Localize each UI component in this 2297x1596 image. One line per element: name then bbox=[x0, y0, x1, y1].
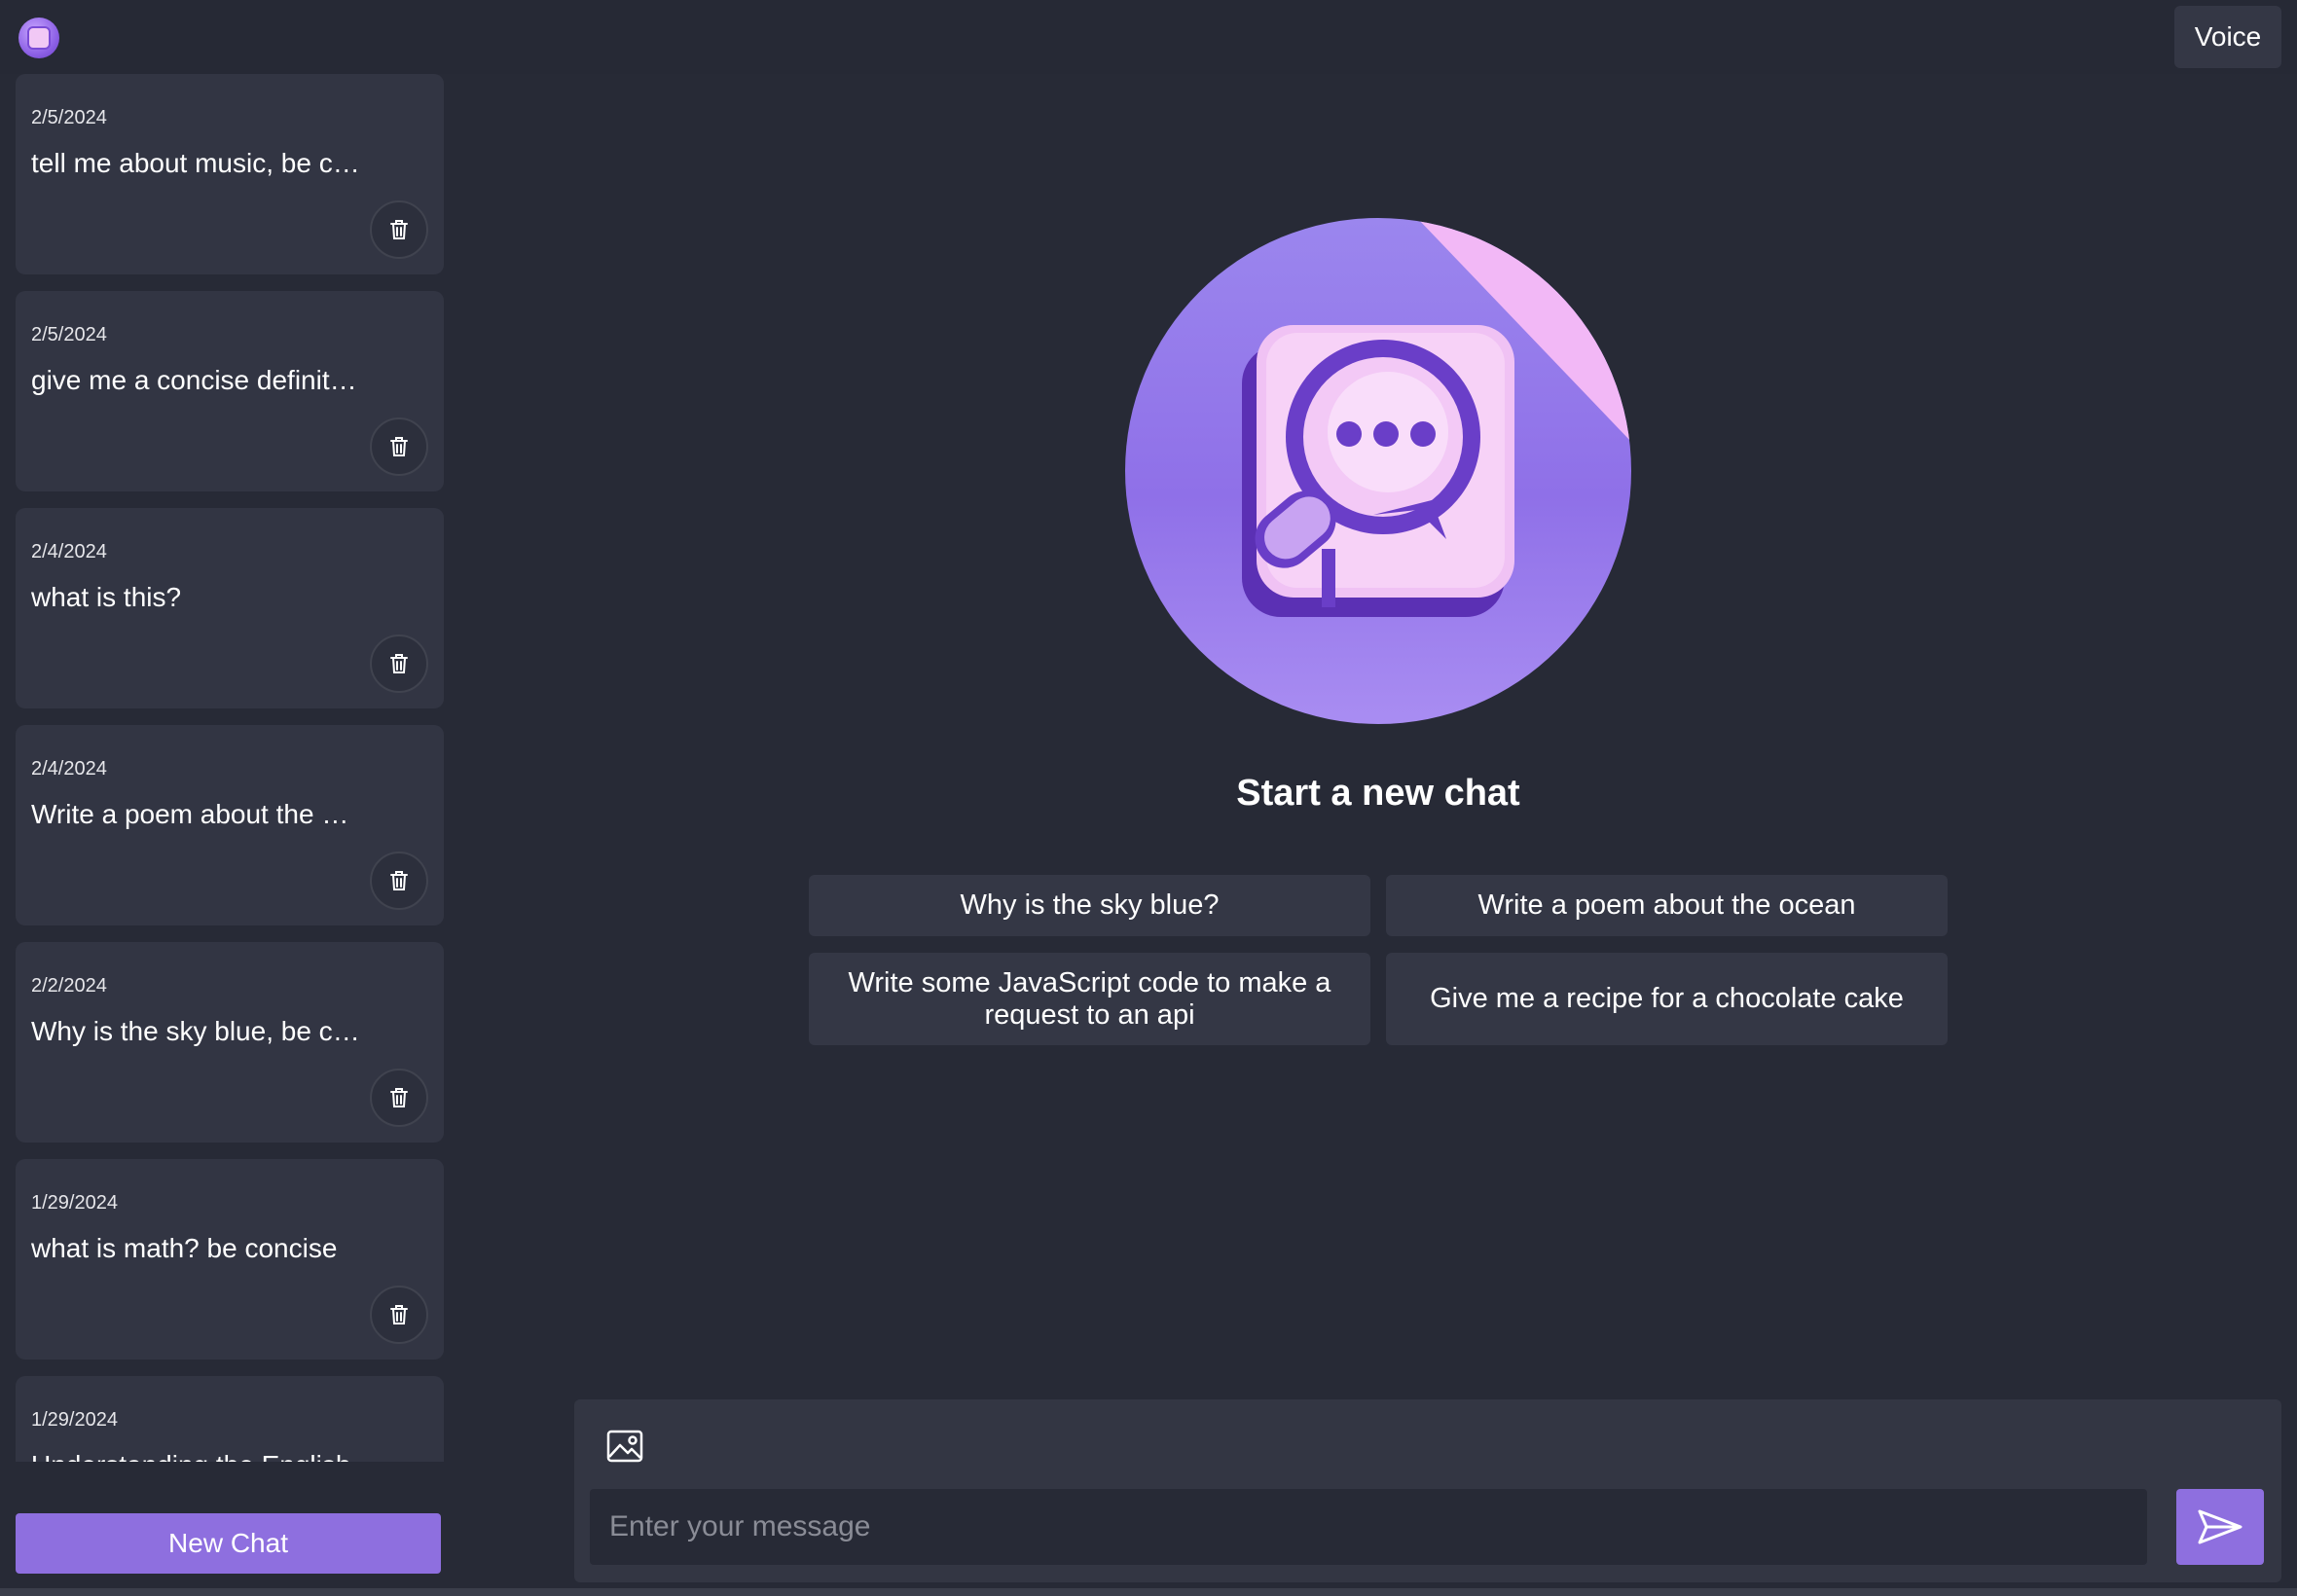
chat-title: what is math? be concise bbox=[31, 1233, 338, 1263]
chat-date: 2/2/2024 bbox=[31, 975, 107, 997]
message-composer bbox=[574, 1399, 2281, 1582]
chat-history-item[interactable]: 2/5/2024 give me a concise definition bbox=[16, 291, 444, 491]
image-upload-icon bbox=[606, 1430, 643, 1463]
app-logo-icon[interactable] bbox=[18, 18, 59, 58]
send-icon bbox=[2198, 1509, 2242, 1544]
suggestion-button[interactable]: Why is the sky blue? bbox=[809, 875, 1370, 936]
chat-history-item[interactable]: 2/5/2024 tell me about music, be concise bbox=[16, 74, 444, 274]
image-upload-button[interactable] bbox=[605, 1427, 644, 1466]
app-window: Voice 2/5/2024 tell me about music, be c… bbox=[0, 0, 2297, 1596]
chat-history-item[interactable]: 2/4/2024 Write a poem about the ocean bbox=[16, 725, 444, 925]
chat-date: 2/4/2024 bbox=[31, 541, 107, 562]
chat-title: give me a concise definition bbox=[31, 365, 362, 395]
trash-icon bbox=[390, 1088, 408, 1107]
delete-chat-button[interactable] bbox=[370, 417, 428, 476]
trash-icon bbox=[390, 654, 408, 673]
chat-title: Understanding the English bbox=[31, 1450, 362, 1462]
page-title: Start a new chat bbox=[1236, 773, 1520, 814]
trash-icon bbox=[390, 220, 408, 239]
assistant-logo-illustration bbox=[1125, 218, 1631, 724]
chat-title: Write a poem about the ocean bbox=[31, 799, 362, 829]
voice-button[interactable]: Voice bbox=[2174, 6, 2281, 68]
chat-history-item[interactable]: 2/2/2024 Why is the sky blue, be concise bbox=[16, 942, 444, 1143]
chat-history-item[interactable]: 1/29/2024 what is math? be concise bbox=[16, 1159, 444, 1360]
chat-history-item[interactable]: 2/4/2024 what is this? bbox=[16, 508, 444, 708]
suggestion-button[interactable]: Give me a recipe for a chocolate cake bbox=[1386, 953, 1948, 1045]
chat-history-item[interactable]: 1/29/2024 Understanding the English bbox=[16, 1376, 444, 1462]
delete-chat-button[interactable] bbox=[370, 200, 428, 259]
message-input[interactable] bbox=[590, 1489, 2147, 1565]
chat-date: 2/5/2024 bbox=[31, 324, 107, 345]
delete-chat-button[interactable] bbox=[370, 1069, 428, 1127]
send-button[interactable] bbox=[2176, 1489, 2264, 1565]
chat-date: 2/5/2024 bbox=[31, 107, 107, 128]
trash-icon bbox=[390, 437, 408, 456]
trash-icon bbox=[390, 1305, 408, 1324]
suggestion-button[interactable]: Write a poem about the ocean bbox=[1386, 875, 1948, 936]
chat-title: tell me about music, be concise bbox=[31, 148, 362, 178]
chat-title: Why is the sky blue, be concise bbox=[31, 1016, 362, 1046]
suggestion-button[interactable]: Write some JavaScript code to make a req… bbox=[809, 953, 1370, 1045]
chat-date: 1/29/2024 bbox=[31, 1409, 118, 1431]
chat-title: what is this? bbox=[31, 582, 182, 612]
delete-chat-button[interactable] bbox=[370, 852, 428, 910]
delete-chat-button[interactable] bbox=[370, 1286, 428, 1344]
top-bar: Voice bbox=[0, 0, 2297, 74]
delete-chat-button[interactable] bbox=[370, 635, 428, 693]
bottom-scrollbar bbox=[0, 1588, 2297, 1596]
chat-date: 2/4/2024 bbox=[31, 758, 107, 780]
new-chat-button[interactable]: New Chat bbox=[16, 1513, 441, 1574]
trash-icon bbox=[390, 871, 408, 890]
chat-date: 1/29/2024 bbox=[31, 1192, 118, 1214]
chat-history-list[interactable]: 2/5/2024 tell me about music, be concise… bbox=[16, 74, 445, 1462]
